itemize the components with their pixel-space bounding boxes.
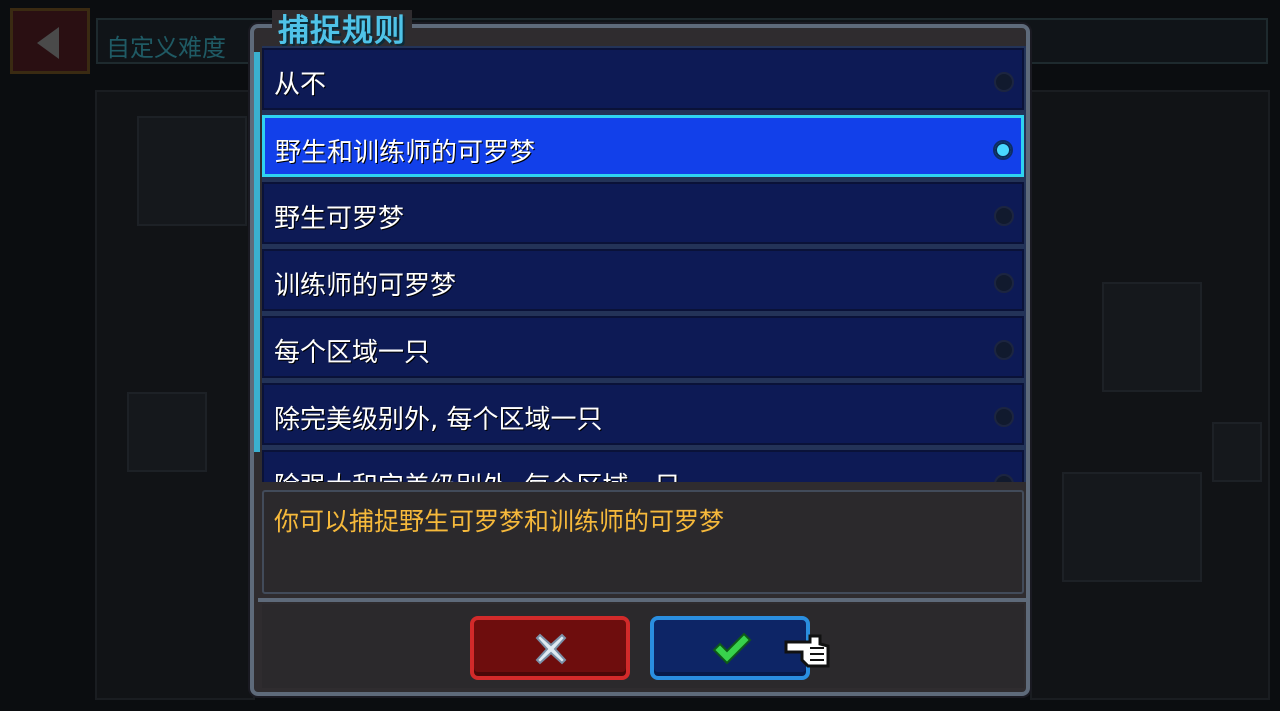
option-label: 野生和训练师的可罗梦 [275, 138, 536, 168]
option-label: 从不 [274, 70, 327, 100]
option-row-selected[interactable]: 野生和训练师的可罗梦 [262, 115, 1024, 177]
option-row[interactable]: 训练师的可罗梦 [262, 249, 1024, 311]
background-slot [1212, 422, 1262, 482]
background-slot [1062, 472, 1202, 582]
options-list[interactable]: 从不 野生和训练师的可罗梦 野生可罗梦 训练师的可罗梦 每个区域一只 除完美级别… [262, 46, 1026, 482]
option-row[interactable]: 野生可罗梦 [262, 182, 1024, 244]
scroll-accent-bar [254, 52, 260, 452]
option-row[interactable]: 除完美级别外, 每个区域一只 [262, 383, 1024, 445]
description-text: 你可以捕捉野生可罗梦和训练师的可罗梦 [274, 507, 725, 536]
check-icon [712, 632, 752, 665]
background-right-panel [1030, 90, 1270, 700]
radio-indicator-icon [994, 206, 1014, 226]
cancel-button[interactable] [470, 616, 630, 680]
radio-indicator-icon [994, 407, 1014, 427]
option-label: 野生可罗梦 [274, 204, 405, 234]
radio-indicator-icon [994, 273, 1014, 293]
option-row[interactable]: 每个区域一只 [262, 316, 1024, 378]
option-label: 训练师的可罗梦 [274, 271, 457, 301]
option-label: 除强大和完美级别外, 每个区域一只 [274, 466, 681, 482]
option-label: 每个区域一只 [274, 338, 431, 368]
background-slot [1102, 282, 1202, 392]
radio-indicator-icon [994, 474, 1014, 482]
close-icon [535, 633, 567, 665]
option-row[interactable]: 从不 [262, 48, 1024, 110]
background-slot [137, 116, 247, 226]
pointer-hand-icon [784, 634, 830, 668]
background-slot [127, 392, 207, 472]
background-title: 自定义难度 [106, 34, 226, 62]
divider [258, 598, 1028, 602]
back-button[interactable] [10, 8, 90, 74]
option-label: 除完美级别外, 每个区域一只 [274, 405, 603, 435]
radio-indicator-icon [994, 72, 1014, 92]
description-box: 你可以捕捉野生可罗梦和训练师的可罗梦 [262, 490, 1024, 594]
radio-indicator-icon [993, 140, 1013, 160]
background-left-panel [95, 90, 255, 700]
back-arrow-icon [37, 27, 59, 59]
radio-indicator-icon [994, 340, 1014, 360]
button-area [262, 604, 1024, 688]
option-row[interactable]: 除强大和完美级别外, 每个区域一只 [262, 450, 1024, 482]
